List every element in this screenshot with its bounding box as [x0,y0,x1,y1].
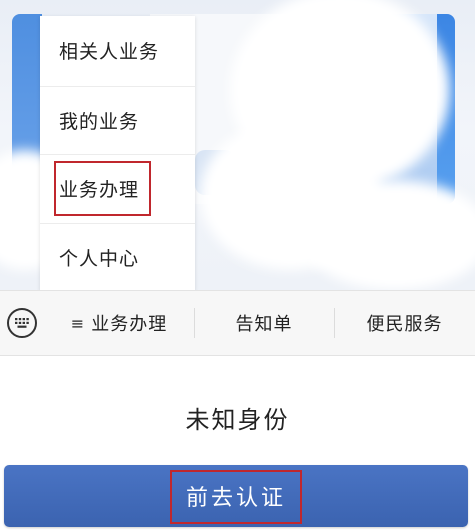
keyboard-icon [7,308,37,338]
keyboard-toggle-button[interactable] [0,291,44,355]
identity-status-text: 未知身份 [185,406,290,434]
highlight-annotation [170,470,302,524]
cloud-overlay [300,180,475,290]
menu-item-related-business[interactable]: 相关人业务 [40,16,195,84]
tab-label: 便民服务 [366,314,443,335]
menu-item-label: 相关人业务 [59,40,160,63]
tab-label: 业务办理 [91,314,168,335]
tab-notice[interactable]: 告知单 [194,291,334,355]
dropdown-menu: 相关人业务 我的业务 业务办理 个人中心 [40,16,195,291]
tab-convenience-services[interactable]: 便民服务 [334,291,475,355]
tab-business-handling[interactable]: ≡ 业务办理 [44,291,194,355]
menu-item-label: 我的业务 [59,110,140,133]
bottom-menu-bar: ≡ 业务办理 告知单 便民服务 [0,290,475,356]
menu-lines-icon: ≡ [70,313,86,333]
menu-item-my-business[interactable]: 我的业务 [40,86,195,154]
highlight-annotation [54,161,151,216]
menu-item-label: 个人中心 [59,247,140,270]
menu-item-personal-center[interactable]: 个人中心 [40,223,195,291]
tab-label: 告知单 [235,314,293,335]
